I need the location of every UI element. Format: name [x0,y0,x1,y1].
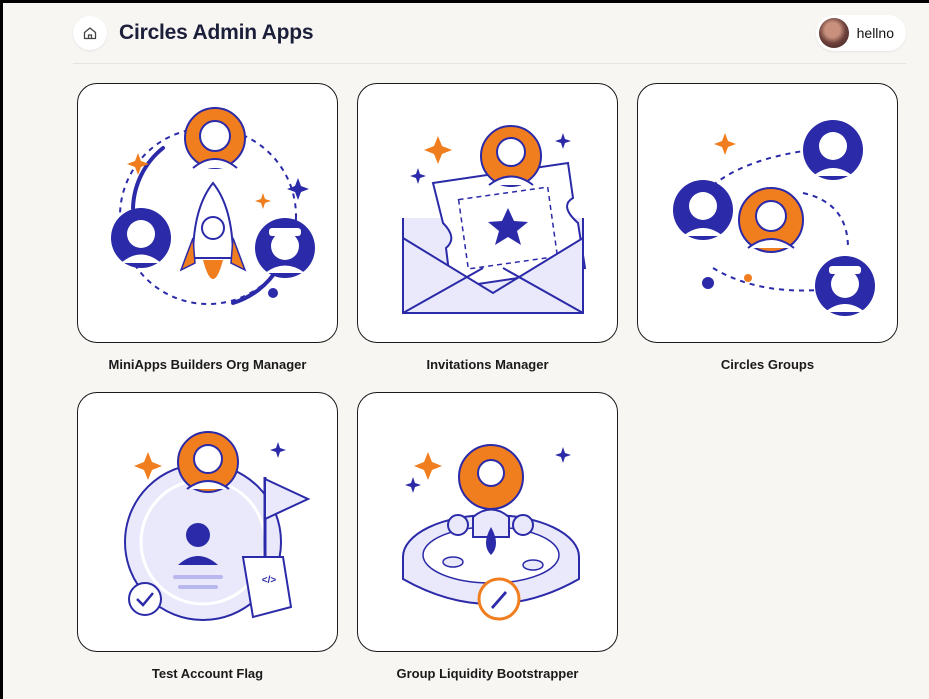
header-left: Circles Admin Apps [73,16,314,50]
svg-text:</>: </> [261,575,276,586]
app-card-image [357,392,618,652]
app-card-label: Circles Groups [720,357,815,372]
app-card-miniapps-builders[interactable]: MiniApps Builders Org Manager [77,83,338,372]
app-card-invitations[interactable]: Invitations Manager [357,83,618,372]
app-card-test-account-flag[interactable]: </> Test Account Flag [77,392,338,681]
app-card-group-liquidity-bootstrapper[interactable]: Group Liquidity Bootstrapper [357,392,618,681]
app-card-image: </> [77,392,338,652]
user-menu-button[interactable]: hellno [815,15,906,51]
app-card-label: Group Liquidity Bootstrapper [396,666,579,681]
app-card-circles-groups[interactable]: Circles Groups [637,83,898,372]
app-card-label: MiniApps Builders Org Manager [108,357,307,372]
app-window: Circles Admin Apps hellno MiniApps Build… [3,3,929,699]
app-card-label: Test Account Flag [151,666,264,681]
app-card-label: Invitations Manager [426,357,549,372]
app-card-image [357,83,618,343]
envelope-ticket-illustration-icon [401,125,586,314]
page-title: Circles Admin Apps [119,21,314,44]
user-name: hellno [856,25,894,41]
app-card-image [77,83,338,343]
rocket-people-illustration-icon [110,107,315,305]
connected-people-illustration-icon [672,120,875,316]
header-divider [73,63,906,64]
home-button[interactable] [73,16,107,50]
test-account-illustration-icon: </> [123,431,310,621]
top-bar: Circles Admin Apps hellno [73,11,906,55]
app-card-image [637,83,898,343]
avatar [818,18,849,48]
liquidity-pool-illustration-icon [401,444,580,621]
home-icon [83,27,97,40]
